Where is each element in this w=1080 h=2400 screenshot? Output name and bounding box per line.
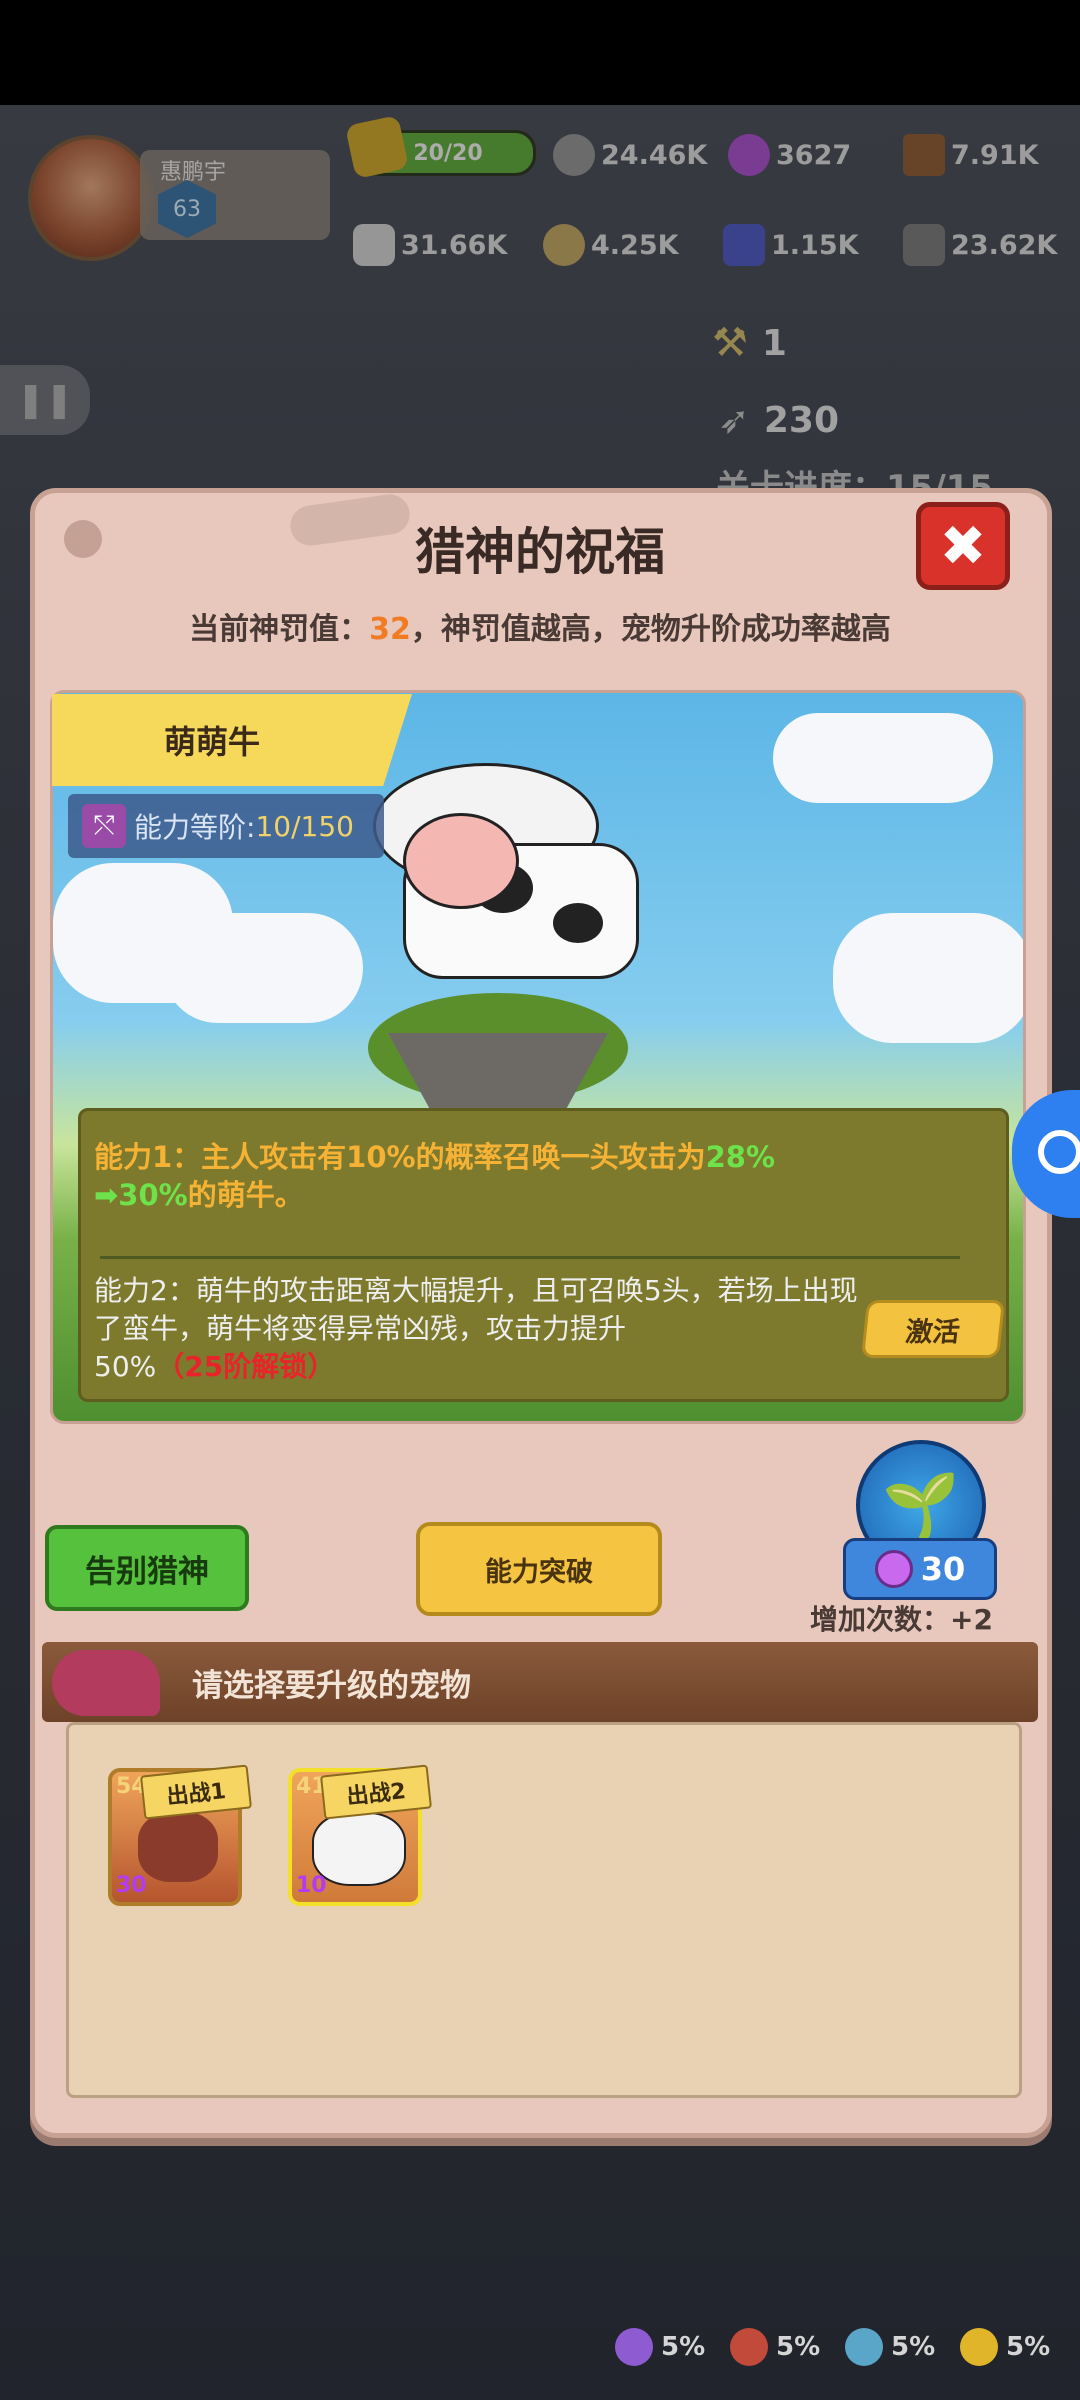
wave-icon: [845, 2328, 883, 2366]
ability2-text: 能力2：萌牛的攻击距离大幅提升，且可召唤5头，若场上出现了蛮牛，萌牛将变得异常凶…: [94, 1272, 864, 1386]
flame-icon: [730, 2328, 768, 2366]
extra-count: 增加次数：+2: [810, 1603, 993, 1636]
breakthrough-button[interactable]: 能力突破: [416, 1522, 662, 1616]
tier-icon: ⤲: [82, 804, 126, 848]
punishment-value: 32: [369, 612, 411, 647]
stat-value: 5%: [1006, 2332, 1051, 2362]
ability1-part: 的萌牛。: [187, 1178, 304, 1212]
cost-display: 30: [843, 1538, 997, 1600]
cost-value: 30: [920, 1550, 966, 1588]
moon-icon: [615, 2328, 653, 2366]
cloud: [773, 713, 993, 803]
panel-subtitle: 当前神罚值：32，神罚值越高，宠物升阶成功率越高: [0, 604, 1080, 648]
lightning-icon: [960, 2328, 998, 2366]
pet-portrait: [138, 1812, 218, 1882]
stat-lightning: 5%: [960, 2328, 1050, 2366]
stat-flame: 5%: [730, 2328, 820, 2366]
activate-button[interactable]: 激活: [860, 1300, 1006, 1358]
pet-name-tag: 萌萌牛: [52, 694, 412, 786]
ability1-old-value: 28%: [705, 1140, 776, 1174]
cow-spot: [553, 903, 603, 943]
cow-muzzle: [403, 813, 519, 909]
gem-icon: [874, 1550, 913, 1588]
tier-value: 10/150: [255, 809, 354, 843]
close-button[interactable]: ✖: [916, 502, 1010, 590]
tier-label: 能力等阶:: [134, 811, 256, 844]
stat-wave: 5%: [845, 2328, 935, 2366]
ability-tier: ⤲ 能力等阶: 10/150: [68, 794, 384, 858]
pet-stars: 10: [296, 1873, 327, 1898]
ability1-new-value: ➡30%: [94, 1178, 188, 1212]
ability1-text: 能力1：主人攻击有10%的概率召唤一头攻击为28% ➡30%的萌牛。: [94, 1138, 994, 1214]
ability1-part: 能力1：主人攻击有10%的概率召唤一头攻击为: [94, 1140, 706, 1174]
stat-value: 5%: [776, 2332, 821, 2362]
cloud: [163, 913, 363, 1023]
banner-text: 请选择要升级的宠物: [192, 1667, 471, 1704]
stat-value: 5%: [661, 2332, 706, 2362]
stat-moon: 5%: [615, 2328, 705, 2366]
farewell-button[interactable]: 告别猎神: [45, 1525, 249, 1611]
dragon-icon: [52, 1650, 160, 1716]
stat-value: 5%: [891, 2332, 936, 2362]
subtitle-prefix: 当前神罚值：: [189, 612, 370, 647]
subtitle-suffix: ，神罚值越高，宠物升阶成功率越高: [410, 612, 891, 647]
select-pet-banner: 请选择要升级的宠物: [42, 1642, 1038, 1722]
ability-divider: [100, 1256, 960, 1259]
pet-stars: 30: [116, 1873, 147, 1898]
ability2-lock: （25阶解锁）: [156, 1350, 336, 1383]
close-icon: ✖: [939, 513, 987, 579]
cloud: [833, 913, 1023, 1043]
status-bar: [0, 0, 1080, 105]
